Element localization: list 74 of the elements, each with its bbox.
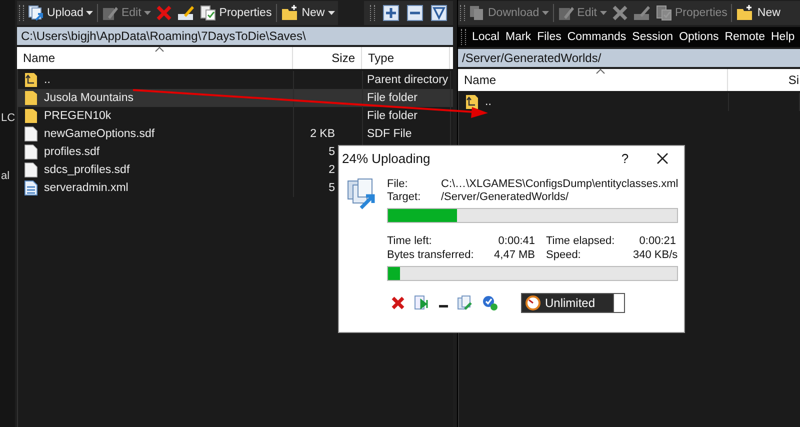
column-header[interactable]: Si [728,69,800,91]
file-name: .. [44,74,50,86]
speed-limit-dropdown[interactable]: Unlimited [521,293,625,313]
file-icon [24,126,38,142]
upload-documents-icon [347,178,377,210]
help-button[interactable]: ? [615,150,635,166]
plus-icon[interactable] [383,5,399,21]
stat-label: Bytes transferred: [387,249,475,261]
stat-label: Speed: [545,249,582,261]
file-name: Jusola Mountains [44,92,134,104]
stat-value: 0:00:41 [497,235,535,247]
file-name: newGameOptions.sdf [44,128,155,140]
stat-value: 4,47 MB [493,249,535,261]
skip-file-icon[interactable] [414,295,430,311]
file-type: File folder [367,110,418,122]
file-size: 2 [328,164,335,176]
caret-icon[interactable] [328,11,335,15]
file-icon [24,144,38,160]
upload-icon[interactable] [28,5,44,21]
menu-item[interactable]: Session [632,31,674,43]
file-name: .. [485,96,492,108]
parent-folder-icon [465,94,479,110]
field-label: File: [387,178,409,190]
path-bar[interactable]: /Server/GeneratedWorlds/ [458,49,800,67]
menu-item[interactable]: Mark [506,31,532,43]
folder-icon [24,90,38,106]
target-path: /Server/GeneratedWorlds/ [441,191,570,203]
menu-item[interactable]: Local [472,31,500,43]
menu-item[interactable]: Help [771,31,795,43]
check-circle-icon[interactable] [482,295,498,311]
new-button[interactable]: New [280,3,336,23]
file-row[interactable]: Jusola Mountains File folder [18,89,453,107]
cut-off-text: LC [1,112,16,124]
minus-icon[interactable] [407,5,423,21]
file-type: SDF File [367,128,412,140]
upload-button[interactable]: Upload [27,3,94,23]
file-path: C:\…\XLGAMES\ConfigsDump\entityclasses.xml [441,178,678,190]
file-size: 5 [328,146,335,158]
file-name: profiles.sdf [44,146,100,158]
cut-off-text: al [1,170,10,182]
new-folder-icon[interactable] [280,5,299,21]
stat-label: Time left: [387,235,433,247]
stat-value: 0:00:21 [638,235,676,247]
file-row[interactable]: newGameOptions.sdf 2 KB SDF File [18,125,453,143]
stat-label: Time elapsed: [545,235,616,247]
properties-button[interactable]: Properties [199,3,273,23]
file-size: 5 [328,182,335,194]
menu-item[interactable]: Commands [567,31,626,43]
file-icon [24,162,38,178]
field-label: Target: [387,191,422,203]
new-folder-icon[interactable] [736,5,754,21]
xml-file-icon [24,180,38,196]
menu-item[interactable]: Remote [724,31,765,43]
close-icon[interactable] [657,152,668,164]
stat-value: 340 KB/s [633,249,676,261]
file-name: sdcs_profiles.sdf [44,164,130,176]
new-button[interactable]: New [735,3,782,23]
file-name: serveradmin.xml [44,182,128,194]
properties-icon[interactable] [200,5,216,21]
menu-item[interactable]: Files [537,31,562,43]
file-type: File folder [367,92,418,104]
path-bar[interactable]: C:\Users\bigjh\AppData\Roaming\7DaysToDie\Saves\ [17,27,453,45]
folder-icon [24,108,38,124]
filter-icon[interactable] [431,5,447,21]
file-type: Parent directory [367,74,448,86]
file-name: PREGEN10k [44,110,112,122]
speedometer-icon [525,295,541,311]
parent-folder-icon [24,72,38,88]
menu-item[interactable]: Options [679,31,719,43]
caret-icon[interactable] [86,11,94,15]
file-row[interactable]: PREGEN10k File folder [18,107,453,125]
cancel-icon[interactable] [391,296,405,310]
queue-icon[interactable] [457,295,473,311]
file-size: 2 KB [310,128,335,140]
